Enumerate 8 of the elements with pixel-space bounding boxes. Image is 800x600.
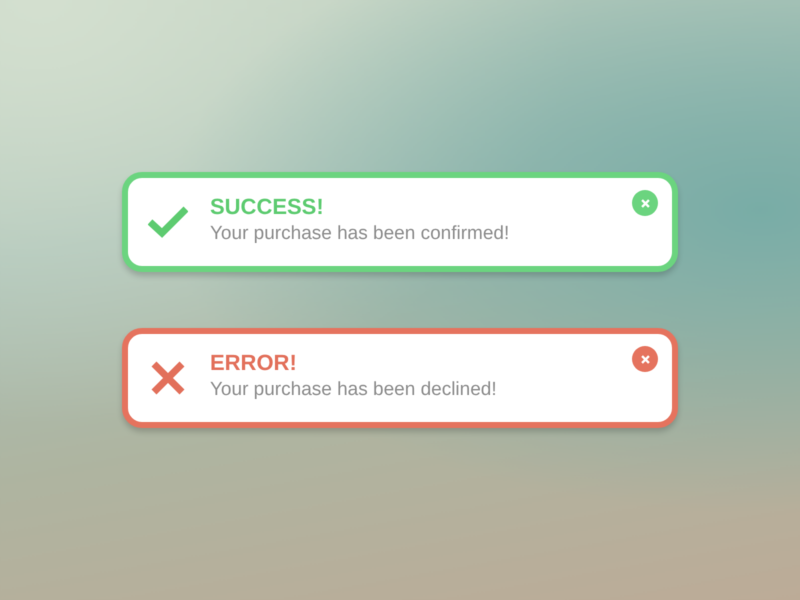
alert-title: ERROR! [210,349,298,377]
close-icon [640,198,650,208]
close-icon [640,354,650,364]
close-button[interactable] [632,190,658,216]
alert-message: Your purchase has been confirmed! [210,222,510,246]
close-button[interactable] [632,346,658,372]
alert-title: SUCCESS! [210,193,325,221]
alert-message: Your purchase has been declined! [210,378,497,402]
